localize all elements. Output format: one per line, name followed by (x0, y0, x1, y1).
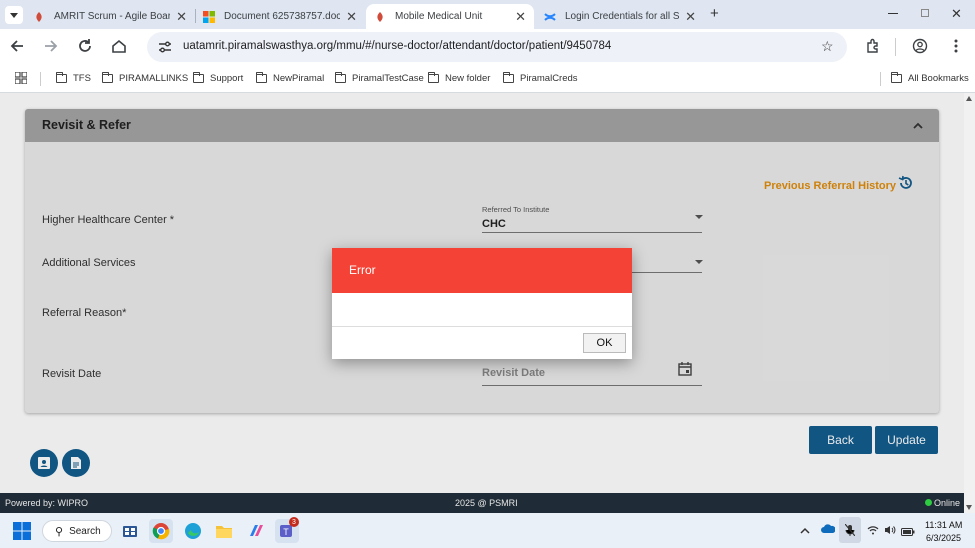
address-bar[interactable]: uatamrit.piramalswasthya.org/mmu/#/nurse… (147, 32, 847, 62)
amrit-favicon (374, 11, 386, 23)
bookmark-piramaltestcase[interactable]: PiramalTestCase (335, 72, 424, 85)
wifi-icon[interactable] (867, 524, 879, 538)
bookmarks-bar: TFS PIRAMALLINKS Support NewPiramal Pira… (0, 64, 975, 93)
bookmark-support[interactable]: Support (193, 72, 243, 85)
file-explorer-icon[interactable] (212, 519, 236, 543)
folder-icon (56, 72, 67, 83)
clock-time[interactable]: 11:31 AM (925, 520, 962, 530)
powered-by-text: Powered by: WIPRO (5, 498, 89, 508)
windows-start-icon[interactable] (10, 519, 34, 543)
tab-title: Mobile Medical Unit (395, 11, 483, 22)
battery-icon[interactable] (901, 525, 915, 539)
taskbar-search[interactable]: ⚲ Search (42, 520, 112, 542)
show-hidden-icons[interactable] (800, 524, 810, 538)
extensions-icon[interactable] (864, 37, 882, 55)
page-footer: Powered by: WIPRO 2025 @ PSMRI Online (0, 493, 964, 513)
copyright-text: 2025 @ PSMRI (455, 498, 518, 508)
close-tab-icon[interactable]: ✕ (346, 9, 357, 25)
windows-taskbar: ⚲ Search T 3 11:31 AM 6/3/2025 (0, 513, 975, 548)
chrome-taskbar-icon[interactable] (149, 519, 173, 543)
new-tab-icon[interactable]: + (710, 5, 719, 22)
search-icon: ⚲ (55, 525, 64, 538)
folder-icon (428, 72, 439, 83)
profile-icon[interactable] (911, 37, 929, 55)
folder-icon (102, 72, 113, 83)
tab-mobile-medical-unit[interactable]: Mobile Medical Unit ✕ (366, 4, 534, 29)
site-settings-icon[interactable] (158, 41, 172, 56)
bookmark-star-icon[interactable]: ☆ (821, 38, 834, 55)
bookmark-tfs[interactable]: TFS (56, 72, 91, 85)
minimize-icon[interactable] (888, 13, 898, 14)
tab-strip: AMRIT Scrum - Agile Board ✕ Document 625… (0, 0, 975, 29)
microsoft-favicon (203, 10, 215, 23)
folder-icon (193, 72, 204, 83)
teams-taskbar-icon[interactable]: T 3 (275, 517, 299, 543)
close-tab-icon[interactable]: ✕ (176, 9, 187, 25)
task-view-icon[interactable] (118, 519, 142, 543)
all-bookmarks[interactable]: All Bookmarks (891, 72, 969, 85)
tab-title: Document 625738757.docx (224, 11, 341, 22)
folder-icon (256, 72, 267, 83)
tab-login-credentials[interactable]: Login Credentials for all Serv ✕ (536, 4, 704, 29)
svg-text:T: T (283, 527, 289, 537)
url-text: uatamrit.piramalswasthya.org/mmu/#/nurse… (183, 40, 612, 52)
reload-icon[interactable] (76, 37, 94, 55)
restore-icon[interactable] (921, 9, 929, 17)
volume-icon[interactable] (884, 524, 896, 538)
folder-icon (891, 72, 902, 83)
online-status-dot (925, 499, 932, 506)
teams-badge: 3 (289, 517, 299, 527)
clock-date[interactable]: 6/3/2025 (926, 533, 961, 543)
dialog-title: Error (349, 263, 376, 277)
bookmark-piramallinks[interactable]: PIRAMALLINKS (102, 72, 188, 85)
folder-icon (503, 72, 514, 83)
forward-arrow-icon[interactable] (42, 37, 60, 55)
home-icon[interactable] (110, 37, 128, 55)
bookmark-piramalcreds[interactable]: PiramalCreds (503, 72, 578, 85)
bookmark-new-folder[interactable]: New folder (428, 72, 490, 85)
ok-button[interactable]: OK (583, 333, 626, 353)
tab-document[interactable]: Document 625738757.docx ✕ (195, 4, 365, 29)
online-status-text: Online (934, 498, 961, 508)
tab-title: Login Credentials for all Serv (565, 11, 680, 22)
edge-taskbar-icon[interactable] (181, 519, 205, 543)
amrit-favicon (33, 11, 45, 23)
confluence-favicon (544, 11, 556, 23)
menu-dots-icon[interactable] (947, 37, 965, 55)
folder-icon (335, 72, 346, 83)
back-arrow-icon[interactable] (8, 37, 26, 55)
tab-title: AMRIT Scrum - Agile Board (54, 11, 171, 22)
error-dialog: Error OK (332, 248, 632, 359)
close-tab-icon[interactable]: ✕ (515, 9, 526, 25)
bookmark-newpiramal[interactable]: NewPiramal (256, 72, 324, 85)
dialog-header: Error (332, 248, 632, 293)
browser-toolbar: uatamrit.piramalswasthya.org/mmu/#/nurse… (0, 29, 975, 64)
mic-muted-icon[interactable] (839, 517, 861, 543)
tab-search-button[interactable] (5, 6, 23, 24)
chevron-down-icon (10, 12, 18, 18)
onedrive-icon[interactable] (821, 523, 836, 537)
close-tab-icon[interactable]: ✕ (685, 9, 696, 25)
m365-copilot-icon[interactable] (244, 519, 268, 543)
close-window-icon[interactable]: ✕ (951, 6, 962, 22)
apps-grid-icon[interactable] (14, 71, 28, 87)
dialog-divider (332, 326, 632, 327)
page-scrollbar[interactable] (964, 93, 975, 513)
tab-amrit-scrum[interactable]: AMRIT Scrum - Agile Board ✕ (25, 4, 195, 29)
